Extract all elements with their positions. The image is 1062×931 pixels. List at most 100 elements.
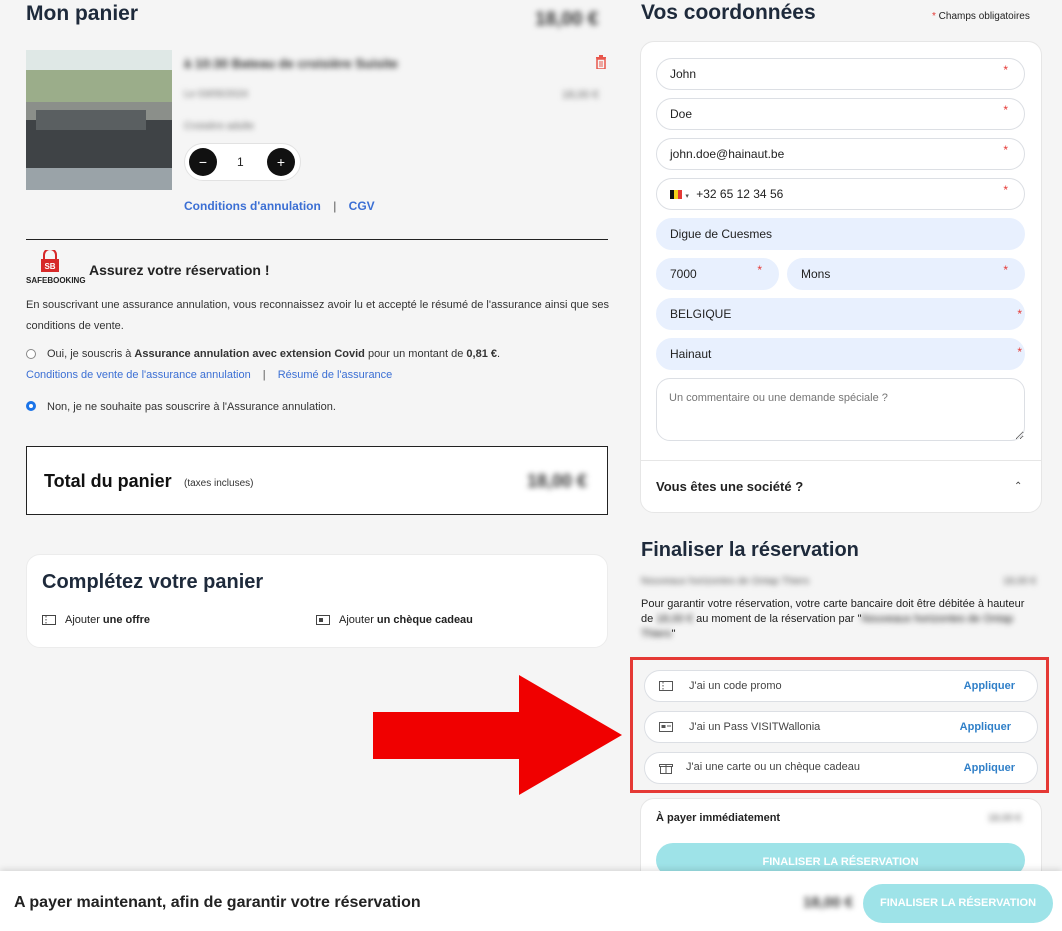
required-marker: * <box>757 263 762 277</box>
email-field[interactable]: john.doe@hainaut.be * <box>656 138 1025 170</box>
comment-textarea[interactable] <box>656 378 1025 441</box>
notice-part-1: Pour garantir votre réservation, votre c… <box>641 598 1025 610</box>
apply-pass-button[interactable]: Appliquer <box>960 721 1011 733</box>
item-price: 18,00 € <box>562 89 599 101</box>
promo-code-label: J'ai un code promo <box>689 680 782 692</box>
total-label: Total du panier <box>44 471 172 491</box>
last-name-value: Doe <box>670 107 693 121</box>
quantity-value[interactable]: 1 <box>237 155 244 169</box>
required-marker: * <box>1003 263 1008 277</box>
lock-icon: SB <box>41 250 59 272</box>
chevron-up-icon[interactable]: ⌃ <box>1014 481 1022 492</box>
link-separator: | <box>333 199 337 213</box>
notice-amount: 18,00 € <box>656 613 694 625</box>
country-field[interactable]: BELGIQUE * <box>656 298 1025 330</box>
chevron-down-icon[interactable]: ▾ <box>685 193 689 200</box>
total-taxes: (taxes incluses) <box>184 478 254 489</box>
notice-part-2: au moment de la réservation par " <box>696 613 862 625</box>
complete-title: Complétez votre panier <box>42 571 264 593</box>
footer-amount: 18,00 € <box>803 894 854 911</box>
pay-now-amount: 18,00 € <box>988 813 1022 824</box>
pass-field[interactable]: J'ai un Pass VISITWallonia Appliquer <box>644 711 1038 743</box>
notice-de: de <box>641 613 654 625</box>
quantity-stepper: − 1 + <box>184 143 301 181</box>
pass-label: J'ai un Pass VISITWallonia <box>689 721 821 733</box>
offer-bold: une offre <box>102 614 150 626</box>
footer-finalize-button[interactable]: FINALISER LA RÉSERVATION <box>863 884 1053 923</box>
email-value: john.doe@hainaut.be <box>670 147 785 161</box>
decrement-button[interactable]: − <box>189 148 217 176</box>
complete-cart-card: Complétez votre panier Ajouter une offre… <box>26 554 608 648</box>
product-image <box>26 50 172 190</box>
pay-now-label: À payer immédiatement <box>656 812 781 824</box>
required-marker: * <box>1003 103 1008 117</box>
gift-pre: Ajouter <box>339 614 377 626</box>
required-note: * Champs obligatoires <box>932 11 1030 22</box>
form-divider <box>640 460 1042 461</box>
apply-gift-button[interactable]: Appliquer <box>964 762 1015 774</box>
insurance-title: Assurez votre réservation ! <box>89 262 270 278</box>
insurance-no-label[interactable]: Non, je ne souhaite pas souscrire à l'As… <box>47 401 336 413</box>
card-icon <box>659 722 673 732</box>
safebooking-text: SAFEBOOKING <box>26 276 86 285</box>
safebooking-logo: SB SAFEBOOKING <box>26 250 86 286</box>
insurance-yes-radio[interactable] <box>26 349 36 359</box>
insurance-description: En souscrivant une assurance annulation,… <box>26 299 609 332</box>
street-value: Digue de Cuesmes <box>670 227 773 241</box>
yes-amount: 0,81 € <box>466 348 497 360</box>
notice-end: " <box>671 628 676 640</box>
insurance-links: Conditions de vente de l'assurance annul… <box>26 369 392 381</box>
insurance-no-radio[interactable] <box>26 401 36 411</box>
finalize-title: Finaliser la réservation <box>641 539 859 561</box>
offer-pre: Ajouter <box>65 614 103 626</box>
required-note-text: Champs obligatoires <box>935 11 1030 22</box>
gift-bold: un chèque cadeau <box>376 614 473 626</box>
item-type: Croisière adulte <box>184 121 255 132</box>
first-name-field[interactable]: John * <box>656 58 1025 90</box>
zip-field[interactable]: 7000 * <box>656 258 779 290</box>
increment-button[interactable]: + <box>267 148 295 176</box>
finalize-line-amount: 18,00 € <box>1003 576 1037 587</box>
insurance-link-separator: | <box>262 369 266 381</box>
notice-merchant: Nouveaux horizontes de Ontap <box>861 613 1014 625</box>
yes-product: Assurance annulation avec extension Covi… <box>134 348 365 360</box>
region-field[interactable]: Hainaut * <box>656 338 1025 370</box>
required-marker: * <box>1003 183 1008 197</box>
item-date: Le 03/05/2024 <box>184 89 248 100</box>
belgium-flag-icon[interactable] <box>670 190 682 200</box>
street-field[interactable]: Digue de Cuesmes <box>656 218 1025 250</box>
add-gift-link[interactable]: Ajouter un chèque cadeau <box>316 614 473 626</box>
city-field[interactable]: Mons * <box>787 258 1025 290</box>
last-name-field[interactable]: Doe * <box>656 98 1025 130</box>
insurance-summary-link[interactable]: Résumé de l'assurance <box>278 369 393 381</box>
country-value: BELGIQUE <box>670 307 732 321</box>
gift-card-label: J'ai une carte ou un chèque cadeau <box>686 761 860 773</box>
required-marker: * <box>1003 63 1008 77</box>
insurance-conditions-link[interactable]: Conditions de vente de l'assurance annul… <box>26 369 251 381</box>
gift-card-field[interactable]: J'ai une carte ou un chèque cadeau Appli… <box>644 752 1038 784</box>
insurance-yes-label[interactable]: Oui, je souscris à Assurance annulation … <box>47 348 500 360</box>
add-offer-link[interactable]: Ajouter une offre <box>42 614 150 626</box>
cart-total-header: 18,00 € <box>535 9 599 30</box>
notice-merchant-2: Thiers <box>641 628 672 640</box>
ticket-icon <box>659 681 673 691</box>
trash-icon[interactable] <box>595 55 607 70</box>
phone-field[interactable]: ▾ +32 65 12 34 56 * <box>656 178 1025 210</box>
city-value: Mons <box>801 267 831 281</box>
promo-code-field[interactable]: J'ai un code promo Appliquer <box>644 670 1038 702</box>
required-marker: * <box>1003 143 1008 157</box>
contact-title: Vos coordonnées <box>641 1 816 24</box>
sticky-footer: A payer maintenant, afin de garantir vot… <box>0 871 1062 931</box>
apply-promo-button[interactable]: Appliquer <box>964 680 1015 692</box>
cgv-link[interactable]: CGV <box>349 199 375 213</box>
finalize-line-label: Nouveaux horizontes de Ontap Thiers <box>641 576 810 587</box>
gift-voucher-icon <box>316 615 330 626</box>
first-name-value: John <box>670 67 697 81</box>
total-amount: 18,00 € <box>527 471 588 491</box>
item-links: Conditions d'annulation | CGV <box>184 199 375 213</box>
company-question[interactable]: Vous êtes une société ? <box>656 479 803 494</box>
cart-total-box: Total du panier (taxes incluses) 18,00 € <box>26 446 608 515</box>
yes-mid: pour un montant de <box>364 348 467 360</box>
cancel-conditions-link[interactable]: Conditions d'annulation <box>184 199 321 213</box>
zip-value: 7000 <box>670 267 697 281</box>
